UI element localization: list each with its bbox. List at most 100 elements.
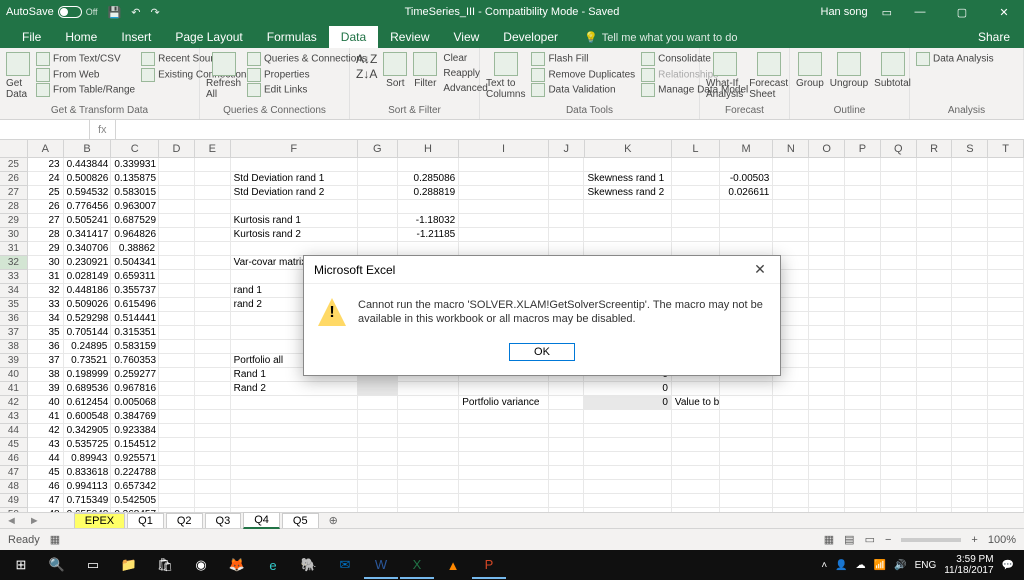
sort-desc-icon[interactable]: Z↓A — [356, 67, 377, 81]
cell[interactable]: 40 — [28, 396, 64, 410]
cell[interactable]: 0.715349 — [64, 494, 112, 508]
column-header[interactable]: T — [988, 140, 1024, 157]
cell[interactable]: 46 — [28, 480, 64, 494]
cell[interactable]: 0.760353 — [111, 354, 159, 368]
cell[interactable] — [881, 270, 917, 284]
cell[interactable] — [672, 452, 720, 466]
cell[interactable] — [159, 256, 195, 270]
cell[interactable] — [672, 494, 720, 508]
cell[interactable] — [917, 284, 953, 298]
cell[interactable] — [773, 158, 809, 172]
cell[interactable] — [917, 368, 953, 382]
cell[interactable]: -1.18032 — [398, 214, 460, 228]
from-table-range[interactable]: From Table/Range — [36, 83, 135, 98]
tab-review[interactable]: Review — [378, 26, 441, 48]
cell[interactable] — [459, 410, 548, 424]
cell[interactable] — [809, 158, 845, 172]
ribbon-options-icon[interactable]: ▭ — [882, 6, 892, 19]
data-analysis[interactable]: Data Analysis — [916, 52, 994, 66]
cell[interactable] — [881, 228, 917, 242]
column-header[interactable]: D — [159, 140, 195, 157]
cell[interactable] — [809, 354, 845, 368]
cell[interactable] — [398, 382, 460, 396]
row-header[interactable]: 42 — [0, 396, 28, 410]
cell[interactable] — [952, 214, 988, 228]
cell[interactable] — [952, 340, 988, 354]
row-header[interactable]: 36 — [0, 312, 28, 326]
cell[interactable] — [231, 438, 358, 452]
cell[interactable]: 0.259277 — [111, 368, 159, 382]
cell[interactable] — [988, 284, 1024, 298]
cell[interactable] — [584, 452, 671, 466]
cell[interactable] — [459, 214, 548, 228]
cell[interactable] — [988, 452, 1024, 466]
cell[interactable] — [549, 466, 585, 480]
row-header[interactable]: 37 — [0, 326, 28, 340]
cell[interactable] — [917, 270, 953, 284]
share-button[interactable]: Share — [964, 26, 1024, 48]
cell[interactable] — [917, 354, 953, 368]
cell[interactable] — [398, 508, 460, 512]
cell[interactable] — [809, 186, 845, 200]
refresh-all-button[interactable]: Refresh All — [206, 52, 241, 100]
cell[interactable] — [845, 424, 881, 438]
cell[interactable] — [720, 494, 774, 508]
cell[interactable] — [988, 354, 1024, 368]
cell[interactable]: 0.135875 — [111, 172, 159, 186]
row-header[interactable]: 26 — [0, 172, 28, 186]
cell[interactable] — [159, 494, 195, 508]
column-header[interactable]: I — [459, 140, 548, 157]
cell[interactable] — [358, 228, 398, 242]
cell[interactable] — [988, 200, 1024, 214]
cell[interactable] — [988, 242, 1024, 256]
view-normal-icon[interactable]: ▦ — [824, 533, 834, 546]
cell[interactable] — [672, 466, 720, 480]
cell[interactable] — [159, 340, 195, 354]
cell[interactable] — [773, 508, 809, 512]
cell[interactable]: 42 — [28, 424, 64, 438]
cell[interactable] — [231, 158, 358, 172]
cell[interactable] — [917, 396, 953, 410]
cell[interactable] — [773, 172, 809, 186]
dialog-close-button[interactable]: ✕ — [750, 261, 770, 278]
cell[interactable] — [358, 382, 398, 396]
cell[interactable]: 0.73521 — [64, 354, 112, 368]
cell[interactable] — [952, 466, 988, 480]
action-center-icon[interactable]: 💬 — [1002, 560, 1014, 571]
cell[interactable] — [809, 326, 845, 340]
cell[interactable]: 0.224788 — [111, 466, 159, 480]
column-header[interactable]: S — [952, 140, 988, 157]
cell[interactable] — [988, 214, 1024, 228]
cell[interactable] — [952, 256, 988, 270]
cell[interactable] — [231, 200, 358, 214]
cell[interactable]: 0.38862 — [111, 242, 159, 256]
cell[interactable]: 0.368457 — [111, 508, 159, 512]
fx-icon[interactable]: fx — [98, 124, 107, 136]
cell[interactable] — [195, 214, 231, 228]
cell[interactable] — [773, 424, 809, 438]
cell[interactable] — [584, 438, 671, 452]
cell[interactable] — [549, 186, 585, 200]
cell[interactable] — [195, 508, 231, 512]
cell[interactable] — [988, 368, 1024, 382]
cell[interactable]: 0.384769 — [111, 410, 159, 424]
cell[interactable] — [845, 508, 881, 512]
cell[interactable] — [917, 172, 953, 186]
get-data-button[interactable]: Get Data — [6, 52, 30, 100]
cell[interactable]: 0.925571 — [111, 452, 159, 466]
cell[interactable]: -0.00503 — [720, 172, 774, 186]
cell[interactable] — [231, 242, 358, 256]
cell[interactable] — [398, 438, 460, 452]
view-layout-icon[interactable]: ▤ — [844, 533, 854, 546]
cell[interactable] — [358, 158, 398, 172]
tab-formulas[interactable]: Formulas — [255, 26, 329, 48]
cell[interactable] — [845, 270, 881, 284]
row-header[interactable]: 40 — [0, 368, 28, 382]
cell[interactable] — [773, 382, 809, 396]
cell[interactable] — [988, 270, 1024, 284]
cell[interactable] — [881, 382, 917, 396]
cell[interactable] — [549, 494, 585, 508]
cell[interactable] — [195, 284, 231, 298]
cell[interactable] — [231, 410, 358, 424]
cell[interactable] — [917, 410, 953, 424]
